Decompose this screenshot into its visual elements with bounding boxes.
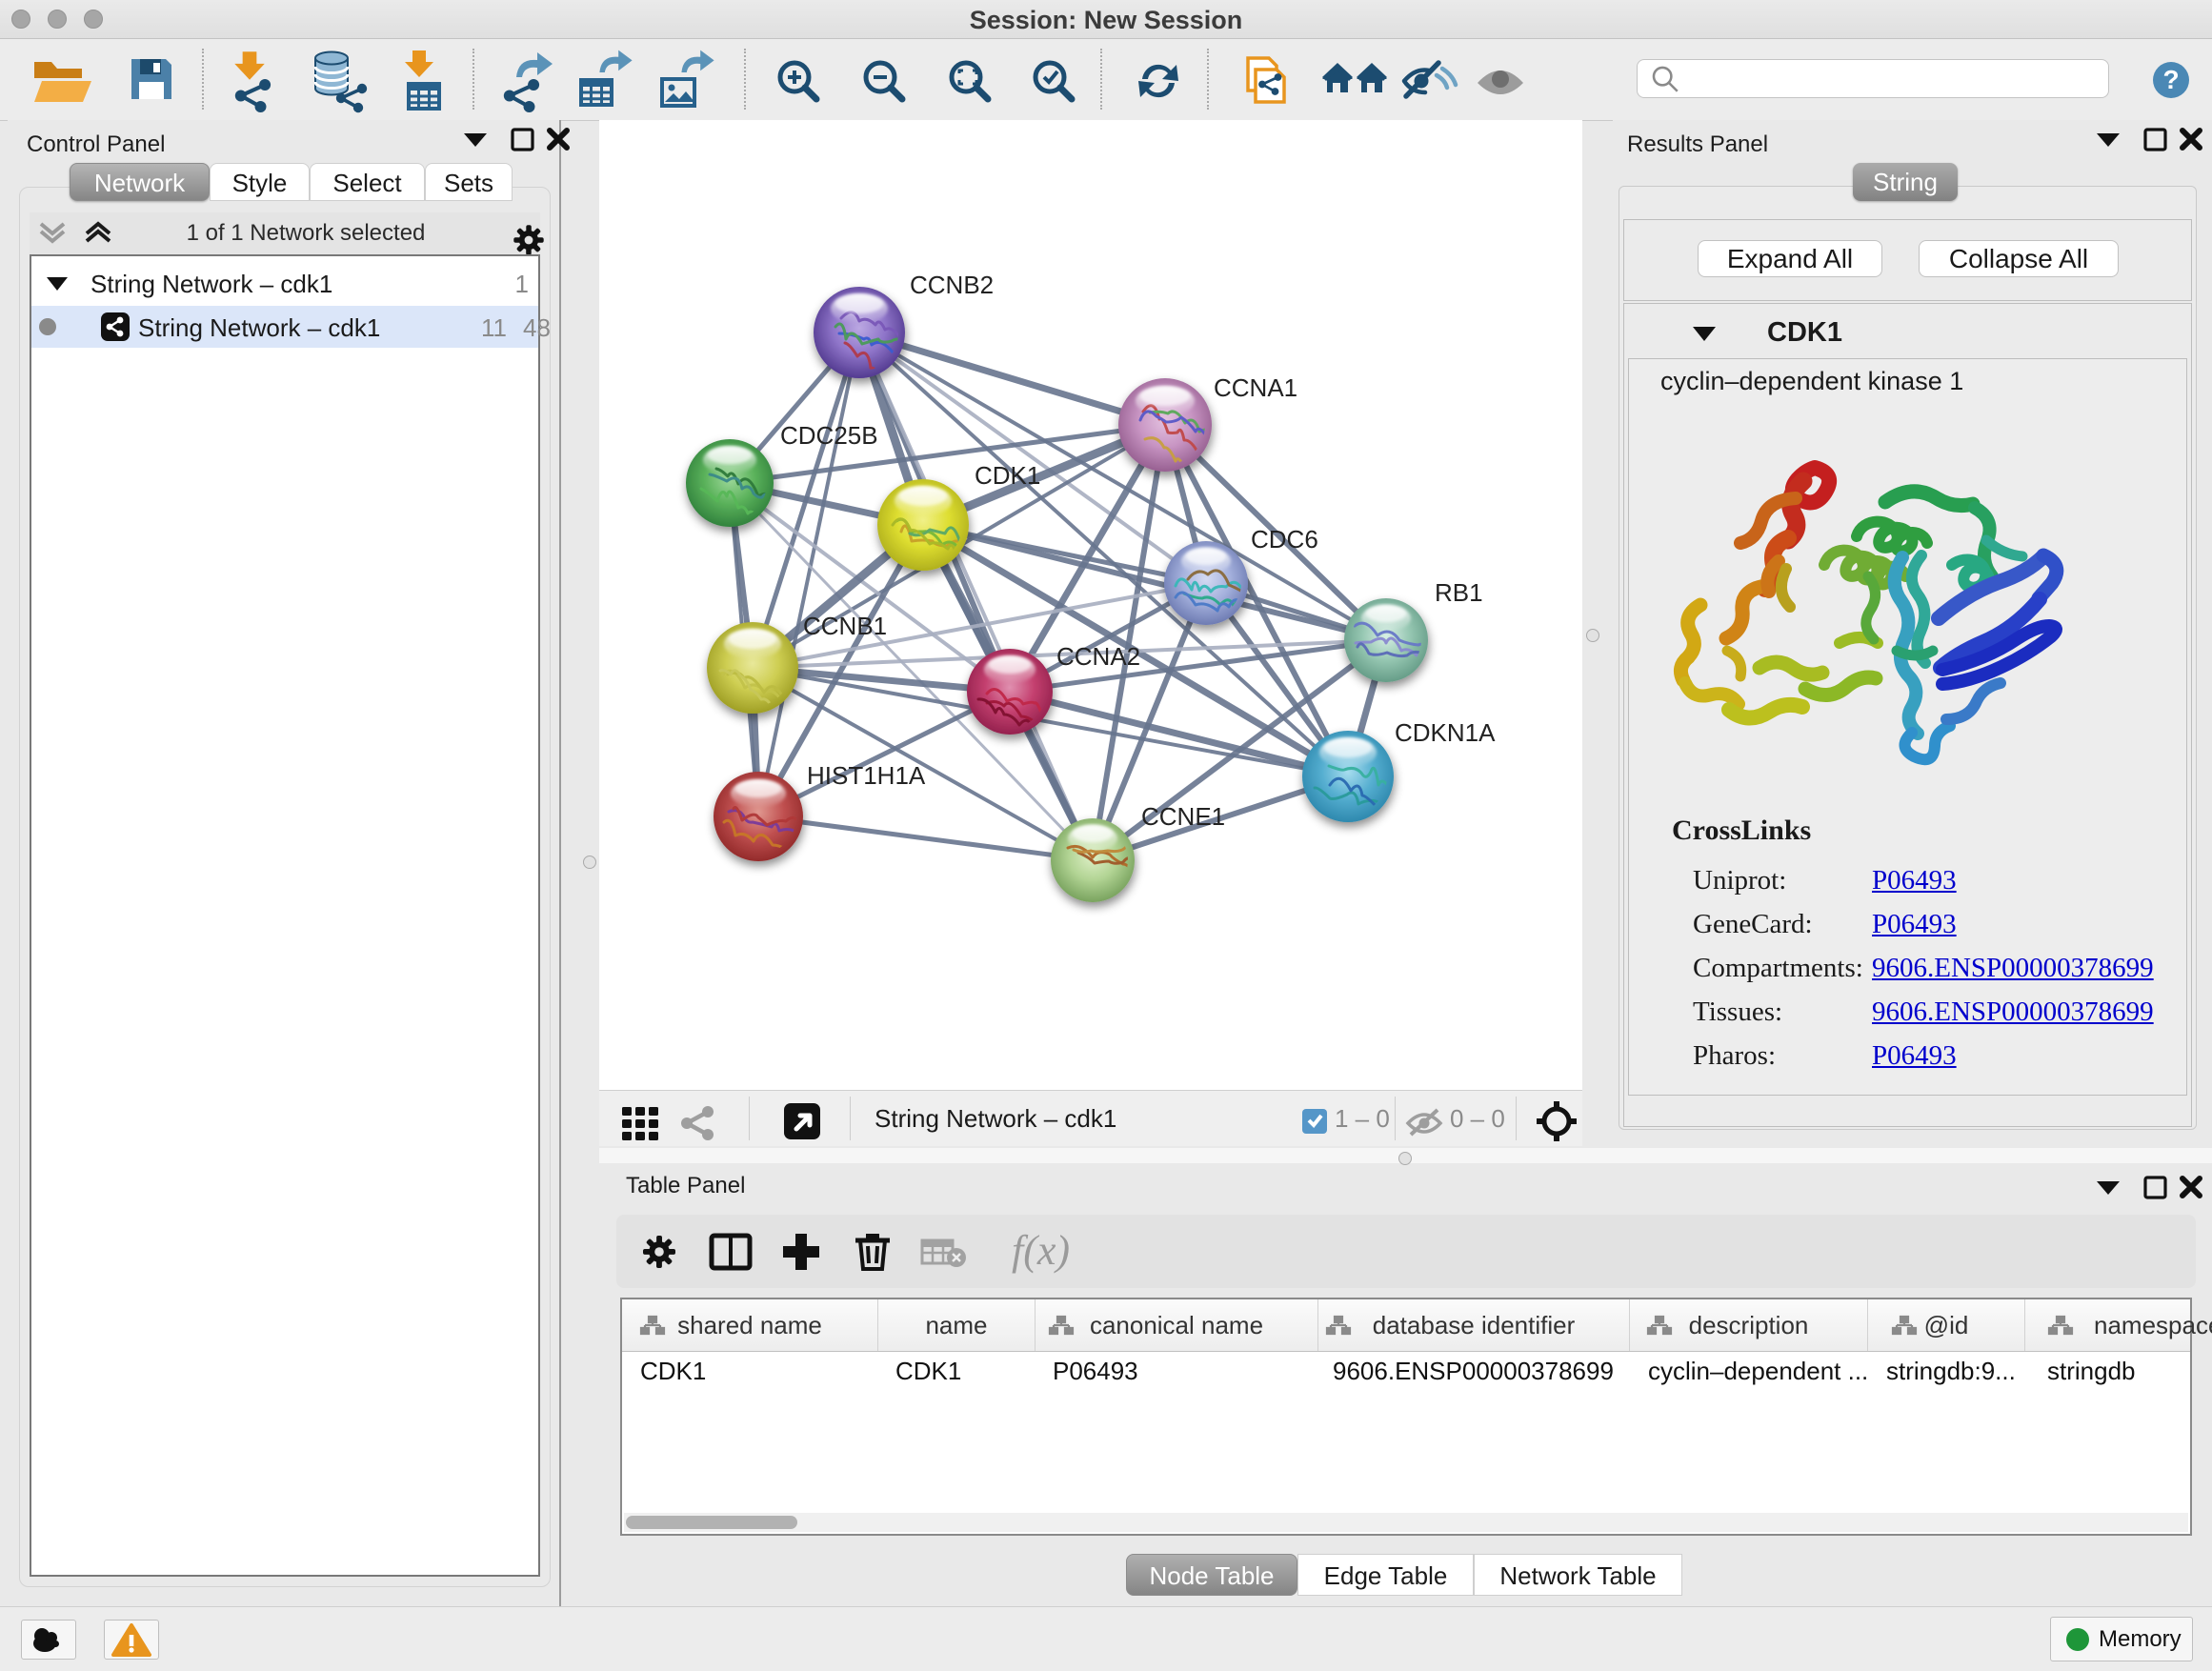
- svg-text:?: ?: [2162, 65, 2179, 94]
- svg-text:CCNA1: CCNA1: [1214, 373, 1297, 402]
- svg-text:CCNA2: CCNA2: [1056, 642, 1140, 671]
- svg-text:RB1: RB1: [1435, 578, 1483, 607]
- svg-text:CDK1: CDK1: [975, 461, 1040, 490]
- svg-text:CCNB2: CCNB2: [910, 271, 994, 299]
- svg-text:CDKN1A: CDKN1A: [1395, 718, 1496, 747]
- svg-text:HIST1H1A: HIST1H1A: [807, 761, 926, 790]
- svg-text:f(x): f(x): [1012, 1227, 1070, 1274]
- svg-text:CCNB1: CCNB1: [803, 612, 887, 640]
- svg-text:CCNE1: CCNE1: [1141, 802, 1225, 831]
- svg-text:CDC25B: CDC25B: [780, 421, 878, 450]
- svg-text:CDC6: CDC6: [1251, 525, 1318, 554]
